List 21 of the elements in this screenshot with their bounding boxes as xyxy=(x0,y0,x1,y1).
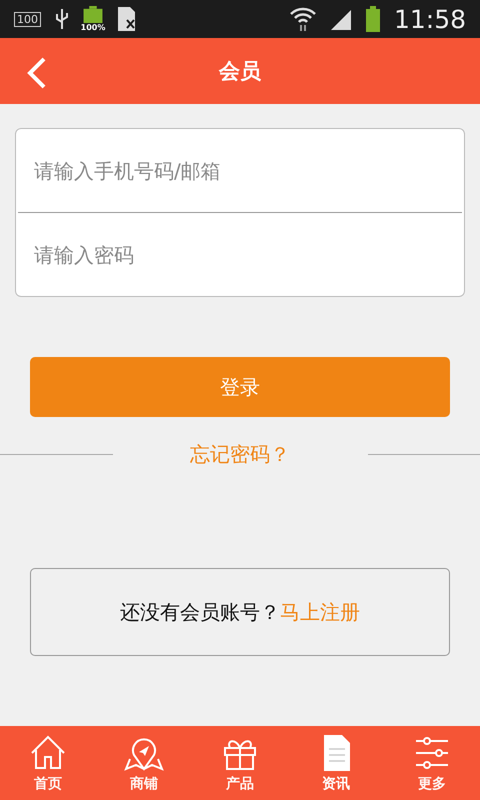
password-field[interactable]: 请输入密码 xyxy=(15,213,465,297)
tab-item[interactable]: 产品 xyxy=(192,726,288,800)
storage-badge: 100 xyxy=(14,12,41,26)
phone-email-field[interactable]: 请输入手机号码/邮箱 xyxy=(15,128,465,212)
tab-item[interactable]: 资讯 xyxy=(288,726,384,800)
tab-item[interactable]: 首页 xyxy=(0,726,96,800)
wifi-icon xyxy=(290,6,316,32)
login-button[interactable]: 登录 xyxy=(30,357,450,417)
tab-item[interactable]: 更多 xyxy=(384,726,480,800)
battery-icon xyxy=(83,6,103,23)
register-prompt: 还没有会员账号？ xyxy=(120,598,280,626)
battery-percent: 100% xyxy=(80,23,106,32)
clock: 11:58 xyxy=(394,4,466,34)
forgot-password-link[interactable]: 忘记密码？ xyxy=(112,441,368,468)
signal-icon xyxy=(330,8,352,30)
register-link[interactable]: 马上注册 xyxy=(280,598,360,626)
page-title: 会员 xyxy=(219,58,261,85)
usb-icon xyxy=(55,8,69,30)
battery-icon xyxy=(366,6,380,32)
sim-card-icon xyxy=(117,6,137,32)
tab-item[interactable]: 商铺 xyxy=(96,726,192,800)
